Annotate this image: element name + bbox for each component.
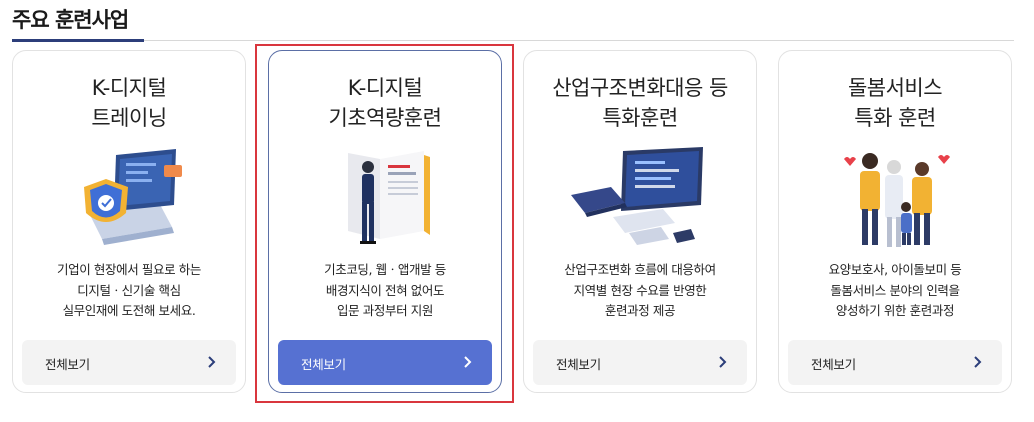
- person-manual-book-icon: [269, 147, 501, 259]
- care-family-icon: [779, 147, 1011, 259]
- card-description: 요양보호사, 아이돌보미 등 돌봄서비스 분야의 인력을 양성하기 위한 훈련과…: [828, 262, 962, 318]
- card-title: 산업구조변화대응 등 특화훈련: [552, 76, 728, 130]
- card-description: 기초코딩, 웹ㆍ앱개발 등 배경지식이 전혀 없어도 입문 과정부터 지원: [324, 262, 446, 318]
- card-description: 산업구조변화 흐름에 대응하여 지역별 현장 수요를 반영한 훈련과정 제공: [564, 262, 716, 318]
- card-care-service: 돌봄서비스 특화 훈련 요양보호사, 아이돌보미 등 돌봄서비스 분야의 인력을: [778, 50, 1012, 393]
- view-all-button[interactable]: 전체보기: [533, 340, 747, 385]
- card-k-digital-basic: K-디지털 기초역량훈련 기초코딩, 웹ㆍ앱개발 등 배경지식이 전혀 없어도 …: [268, 50, 502, 393]
- laptop-security-shield-icon: [13, 147, 245, 259]
- chevron-right-icon: [974, 356, 982, 368]
- view-all-button[interactable]: 전체보기: [22, 340, 236, 385]
- chevron-right-icon: [208, 356, 216, 368]
- card-description: 기업이 현장에서 필요로 하는 디지털ㆍ신기술 핵심 실무인재에 도전해 보세요…: [57, 262, 201, 318]
- devices-monitor-icon: [524, 147, 756, 259]
- chevron-right-icon: [719, 356, 727, 368]
- title-underline: [12, 39, 144, 42]
- card-k-digital-training: K-디지털 트레이닝 기업이 현장에서 필요로 하는 디지털ㆍ신기술 핵심 실무…: [12, 50, 246, 393]
- chevron-right-icon: [464, 356, 472, 368]
- card-title: K-디지털 트레이닝: [91, 76, 167, 130]
- card-industry-specialized: 산업구조변화대응 등 특화훈련 산업구조변화 흐름에 대응하여 지역별 현장 수…: [523, 50, 757, 393]
- card-title: K-디지털 기초역량훈련: [328, 76, 442, 130]
- card-title: 돌봄서비스 특화 훈련: [847, 76, 943, 130]
- view-all-button[interactable]: 전체보기: [788, 340, 1002, 385]
- title-divider: [12, 40, 1014, 41]
- section-title: 주요 훈련사업: [12, 8, 129, 32]
- view-all-button[interactable]: 전체보기: [278, 340, 492, 385]
